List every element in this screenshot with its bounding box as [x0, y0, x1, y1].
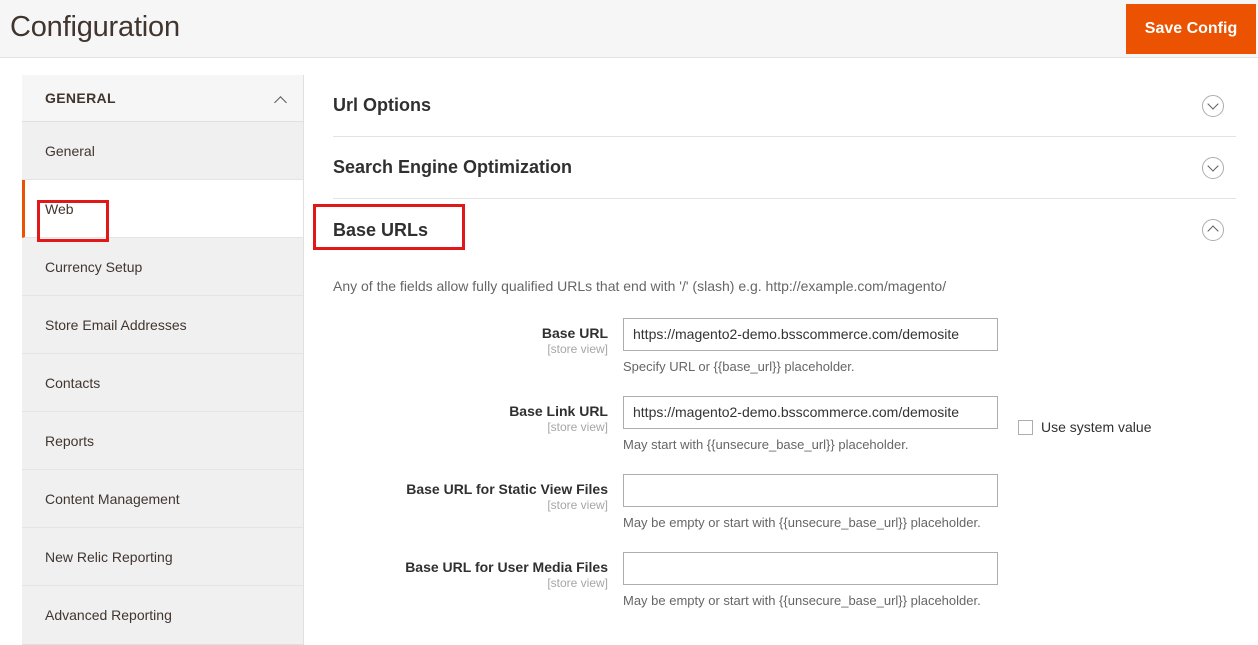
config-sidebar: GENERAL General Web Currency Setup Store Em… — [22, 75, 304, 645]
sidebar-item-list: General Web Currency Setup Store Email Addr… — [22, 122, 303, 644]
field-label: Base URL — [541, 324, 608, 341]
sidebar-item-new-relic-reporting[interactable]: New Relic Reporting — [22, 528, 303, 586]
page-header: Configuration Save Config — [0, 0, 1258, 58]
chevron-up-circle-icon[interactable] — [1202, 219, 1224, 241]
field-scope-label: [store view] — [547, 497, 608, 512]
base-url-input[interactable] — [623, 317, 998, 351]
field-input-column: May be empty or start with {{unsecure_ba… — [623, 473, 998, 530]
field-note: May be empty or start with {{unsecure_ba… — [623, 514, 981, 530]
field-scope-label: [store view] — [547, 341, 608, 356]
sidebar-item-advanced-reporting[interactable]: Advanced Reporting — [22, 586, 303, 644]
field-label: Base URL for User Media Files — [405, 558, 608, 575]
page-title: Configuration — [10, 11, 180, 43]
section-url-options[interactable]: Url Options — [333, 75, 1236, 137]
sidebar-item-store-email-addresses[interactable]: Store Email Addresses — [22, 296, 303, 354]
sidebar-item-reports[interactable]: Reports — [22, 412, 303, 470]
use-system-value-label: Use system value — [1041, 419, 1152, 436]
field-label-column: Base URL [store view] — [333, 318, 623, 374]
base-urls-description: Any of the fields allow fully qualified … — [333, 278, 947, 294]
section-url-options-label: Url Options — [333, 95, 431, 115]
base-link-url-input[interactable] — [623, 395, 998, 429]
checkbox-icon[interactable] — [1018, 419, 1033, 435]
sidebar-item-web[interactable]: Web — [22, 180, 303, 238]
sidebar-item-label: New Relic Reporting — [45, 548, 173, 565]
section-base-urls-label: Base URLs — [333, 219, 429, 240]
field-row-base-url-for-static-view-files: Base URL for Static View Files [store vie… — [333, 473, 1236, 530]
field-row-base-link-url: Base Link URL[store view]May start with … — [333, 395, 1236, 452]
chevron-down-circle-icon[interactable] — [1202, 94, 1224, 117]
sidebar-section-general[interactable]: GENERAL — [22, 75, 303, 122]
chevron-up-icon — [276, 95, 287, 106]
field-input-column: Specify URL or {{base_url}} placeholder. — [623, 317, 998, 374]
field-label-column: Base URL for Static View Files [store vie… — [333, 474, 623, 530]
field-label: Base URL for Static View Files — [406, 480, 608, 497]
field-row-base-url: Base URL[store view]Specify URL or {{bas… — [333, 317, 1236, 374]
sidebar-item-label: Advanced Reporting — [45, 607, 172, 623]
field-label-column: Base Link URL [store view] — [333, 396, 623, 452]
sidebar-item-label: Contacts — [45, 374, 101, 391]
sidebar-item-label: General — [45, 142, 95, 159]
field-label-column: Base URL for User Media Files [store view… — [333, 552, 623, 608]
field-note: May be empty or start with {{unsecure_ba… — [623, 592, 981, 608]
use-system-value-base-link-url[interactable]: Use system value — [1018, 396, 1151, 452]
field-label: Base Link URL — [509, 402, 608, 419]
config-content: Url Options Search Engine Optimization B… — [333, 75, 1236, 608]
field-note: Specify URL or {{base_url}} placeholder. — [623, 358, 855, 374]
field-scope-label: [store view] — [547, 419, 608, 434]
field-row-base-url-for-user-media-files: Base URL for User Media Files [store view… — [333, 551, 1236, 608]
base-url-for-static-view-files-input[interactable] — [623, 473, 998, 507]
sidebar-item-label: Store Email Addresses — [45, 316, 187, 333]
sidebar-item-general[interactable]: General — [22, 122, 303, 180]
section-seo-label: Search Engine Optimization — [333, 157, 573, 177]
base-url-for-user-media-files-input[interactable] — [623, 551, 998, 585]
section-base-urls[interactable]: Base URLs — [333, 199, 1236, 261]
sidebar-item-contacts[interactable]: Contacts — [22, 354, 303, 412]
sidebar-item-label: Reports — [45, 432, 95, 449]
save-config-button[interactable]: Save Config — [1126, 4, 1256, 54]
sidebar-item-content-management[interactable]: Content Management — [22, 470, 303, 528]
sidebar-item-label: Content Management — [45, 490, 180, 507]
base-urls-fields: Base URL[store view]Specify URL or {{bas… — [333, 317, 1236, 608]
field-note: May start with {{unsecure_base_url}} pla… — [623, 436, 909, 452]
section-search-engine-optimization[interactable]: Search Engine Optimization — [333, 137, 1236, 199]
chevron-down-circle-icon[interactable] — [1202, 156, 1224, 179]
field-input-column: May be empty or start with {{unsecure_ba… — [623, 551, 998, 608]
sidebar-section-label: GENERAL — [45, 90, 116, 106]
sidebar-item-label: Web — [45, 200, 74, 217]
sidebar-item-label: Currency Setup — [45, 258, 143, 275]
sidebar-item-currency-setup[interactable]: Currency Setup — [22, 238, 303, 296]
field-scope-label: [store view] — [547, 575, 608, 590]
field-input-column: May start with {{unsecure_base_url}} pla… — [623, 395, 998, 452]
